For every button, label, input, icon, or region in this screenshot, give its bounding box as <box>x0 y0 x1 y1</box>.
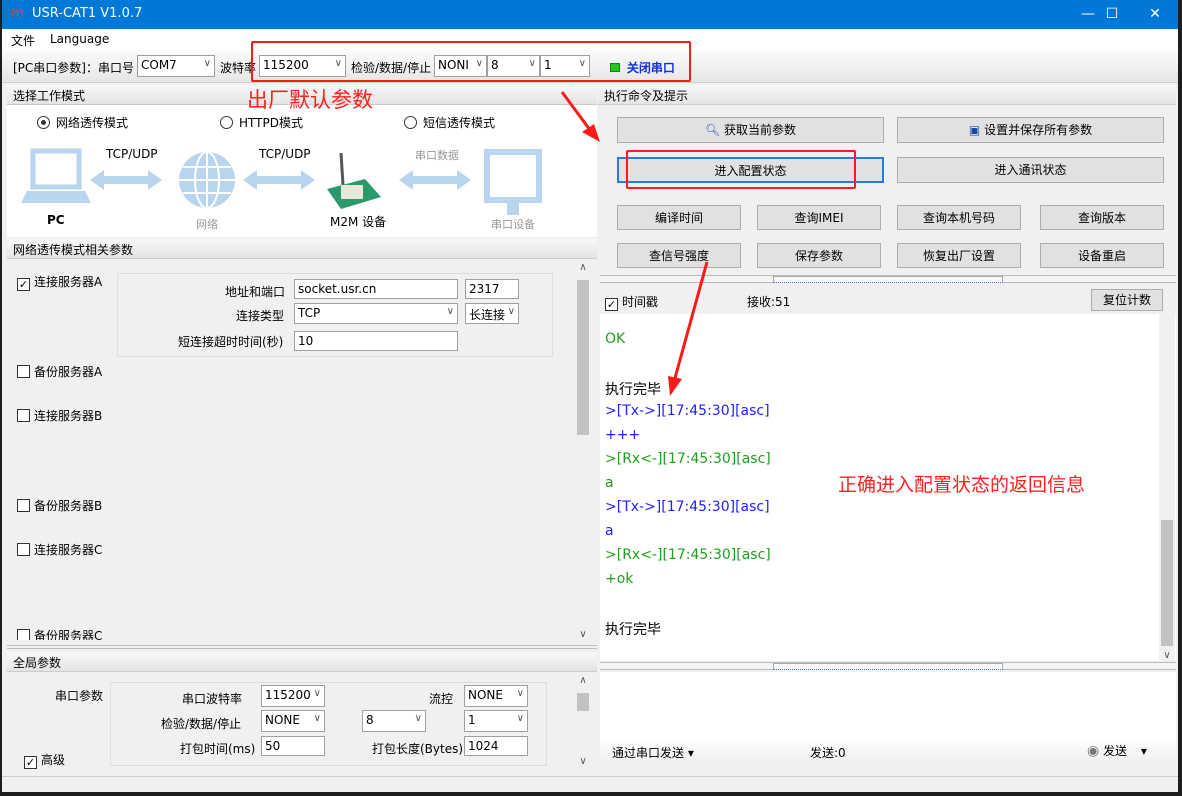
arrow-head-icon <box>668 376 682 396</box>
arrow-line <box>673 261 709 379</box>
arrow-head-icon <box>582 124 600 142</box>
arrow-line <box>560 91 592 131</box>
annotation-arrows <box>560 91 709 396</box>
app-window: ṁ USR-CAT1 V1.0.7 — ☐ ✕ 文件 Language [PC串… <box>2 0 1178 792</box>
